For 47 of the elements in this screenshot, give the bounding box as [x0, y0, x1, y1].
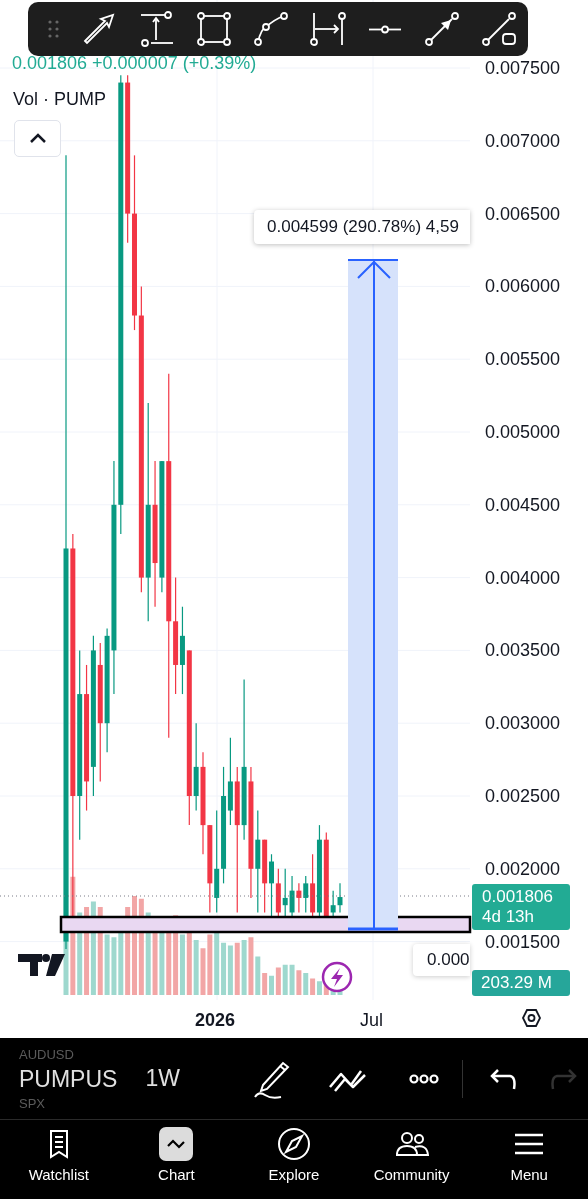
trend-line-label-tool-icon: [481, 11, 518, 47]
date-range-tool-icon: [310, 11, 346, 47]
price-axis-label: 0.004500: [485, 494, 561, 515]
time-axis-label: 2026: [195, 1009, 236, 1032]
price-axis-label: 0.005000: [485, 422, 561, 442]
volume-value-tag: 203.29 M: [472, 970, 570, 996]
explore-icon: [277, 1127, 311, 1161]
redo-icon: [550, 1066, 577, 1091]
chevron-up-icon: [28, 133, 47, 144]
arrow-line-tool-icon: [424, 11, 461, 47]
bar-countdown: 4d 13h: [482, 907, 535, 927]
nav-tab[interactable]: Chart: [117, 1120, 236, 1199]
price-axis-label: 0.006500: [485, 203, 561, 224]
time-axis-label: Jul: [360, 1009, 383, 1032]
more-icon: [408, 1072, 439, 1085]
zone-rectangle[interactable]: [59, 915, 472, 934]
nav-tab[interactable]: Menu: [470, 1120, 588, 1199]
price-range-drawing[interactable]: [347, 259, 399, 931]
price-axis-label: 0.007500: [485, 58, 561, 78]
price-change-text: 0.001806 +0.000007 (+0.39%): [12, 52, 257, 75]
price-axis-label: 0.002000: [485, 858, 561, 879]
measure-label: 0.004599 (290.78%) 4,59: [254, 210, 470, 244]
nav-tab[interactable]: Community: [352, 1120, 471, 1199]
price-axis-label: 0.003500: [485, 640, 561, 661]
last-price-value: 0.001806: [482, 887, 554, 907]
price-axis-label: 0.007000: [485, 130, 561, 151]
price-axis-label: 0.002500: [485, 786, 561, 806]
curve-tool-icon: [252, 11, 289, 47]
price-axis-label: 0.006000: [485, 276, 561, 297]
collapse-button[interactable]: [14, 120, 61, 157]
price-axis-label: 0.003000: [485, 713, 561, 734]
logo-icon: [18, 954, 65, 976]
symbol-item[interactable]: PUMPUS: [19, 1061, 126, 1096]
rectangle-tool-icon: [195, 11, 232, 47]
price-axis-label: 0.004000: [485, 567, 561, 588]
nav-tab[interactable]: Watchlist: [0, 1120, 118, 1199]
chart-icon: [167, 1139, 186, 1149]
settings-icon[interactable]: [522, 1009, 541, 1027]
interval-button[interactable]: 1W: [125, 1061, 234, 1096]
horizontal-line-tool-icon: [368, 24, 403, 34]
price-range-tool-icon: [138, 11, 175, 47]
lightning-icon[interactable]: [321, 961, 353, 993]
price-axis-label: 0.005500: [485, 349, 561, 370]
price-axis-label: 0.001500: [485, 931, 561, 952]
volume-label: Vol · PUMP: [13, 88, 107, 111]
nav-tab[interactable]: Explore: [235, 1120, 353, 1199]
crosshair-price-label: 0.000: [413, 944, 470, 976]
